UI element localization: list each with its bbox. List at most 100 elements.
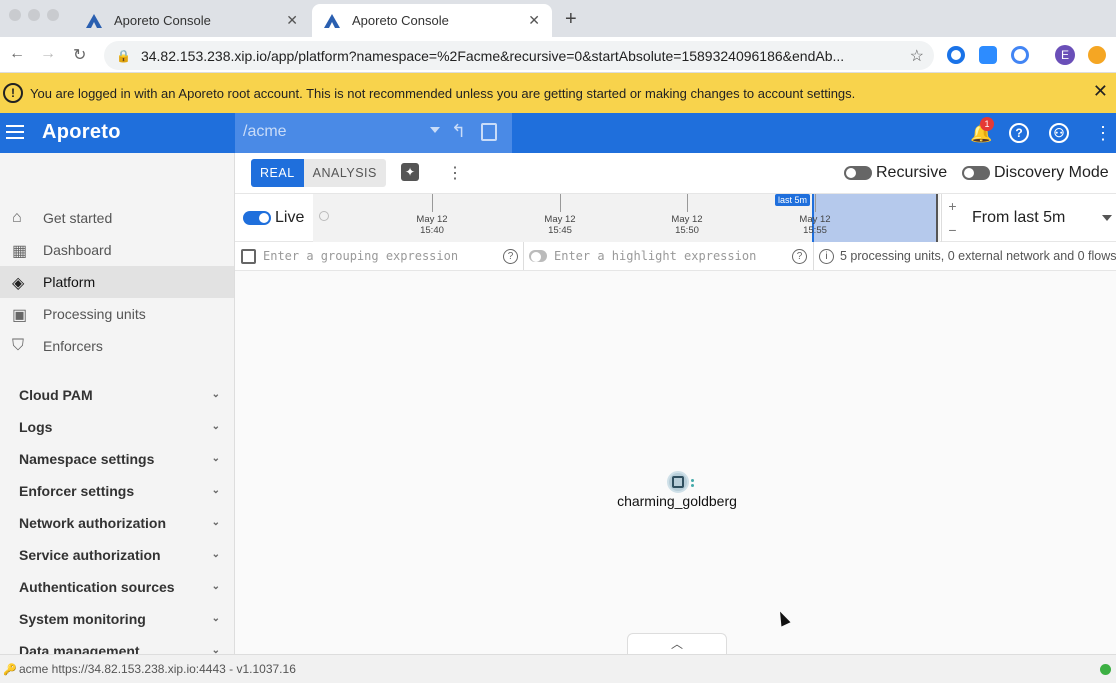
real-mode-button[interactable]: REAL	[251, 159, 304, 187]
reload-icon[interactable]: ↻	[73, 45, 86, 65]
more-vert-icon[interactable]: ⋮	[447, 163, 463, 183]
sidebar: ⌂ Get started ▦ Dashboard ◈ Platform ▣ P…	[0, 153, 235, 654]
chevron-down-icon: ⌄	[211, 645, 220, 654]
profile-avatar[interactable]: E	[1055, 45, 1075, 65]
platform-toolbar: REAL ANALYSIS ✦ ⋮ Recursive Discovery Mo…	[235, 153, 1116, 194]
sidebar-group-network-authorization[interactable]: Network authorization ⌄	[0, 507, 234, 539]
sidebar-item-get-started[interactable]: ⌂ Get started	[0, 202, 234, 234]
view-mode-toggle: REAL ANALYSIS	[251, 159, 386, 187]
node-status-dots	[691, 479, 695, 489]
highlight-expression-input[interactable]: Enter a highlight expression	[554, 242, 784, 270]
tab-title: Aporeto Console	[114, 13, 211, 28]
key-icon: 🔑	[3, 664, 17, 676]
sidebar-group-data-management[interactable]: Data management ⌄	[0, 635, 234, 654]
range-tag: last 5m	[775, 194, 811, 206]
warning-icon: !	[3, 83, 23, 103]
time-range-select[interactable]: From last 5m	[963, 194, 1116, 242]
aporeto-logo-icon	[86, 13, 102, 28]
sidebar-group-logs[interactable]: Logs ⌄	[0, 411, 234, 443]
shield-icon: ⛉	[12, 337, 25, 354]
time-range-value: From last 5m	[972, 209, 1066, 226]
forward-arrow-icon[interactable]: →	[40, 45, 56, 63]
bookmark-star-icon[interactable]: ☆	[910, 46, 924, 66]
sidebar-group-cloud-pam[interactable]: Cloud PAM ⌄	[0, 379, 234, 411]
close-tab-icon[interactable]: ✕	[286, 12, 298, 29]
brand-logo[interactable]: Aporeto	[42, 121, 121, 144]
sidebar-group-label: Cloud PAM	[19, 387, 93, 403]
timeline-track[interactable]: May 12 15:40 May 12 15:45 May 12 15:50 May …	[313, 194, 940, 242]
sidebar-group-service-authorization[interactable]: Service authorization ⌄	[0, 539, 234, 571]
live-toggle[interactable]	[243, 211, 271, 225]
new-tab-button[interactable]: +	[565, 8, 577, 31]
sidebar-item-processing-units[interactable]: ▣ Processing units	[0, 298, 234, 330]
node-label: charming_goldberg	[617, 493, 737, 509]
zoom-out-button[interactable]: −	[942, 218, 963, 242]
grouping-expression-input[interactable]: Enter a grouping expression	[263, 242, 499, 270]
browser-toolbar: ← → ↻ 🔒 34.82.153.238.xip.io/app/platfor…	[0, 37, 1116, 73]
more-vert-icon[interactable]: ⋮	[1094, 123, 1112, 144]
discovery-mode-toggle[interactable]	[962, 166, 990, 180]
zoom-in-button[interactable]: +	[942, 194, 963, 218]
sidebar-group-system-monitoring[interactable]: System monitoring ⌄	[0, 603, 234, 635]
extension-icon[interactable]	[947, 46, 965, 64]
chip-icon: ▣	[12, 307, 28, 324]
sidebar-group-namespace-settings[interactable]: Namespace settings ⌄	[0, 443, 234, 475]
platform-graph-canvas[interactable]: charming_goldberg ︿	[235, 271, 1116, 654]
menu-icon[interactable]	[6, 125, 24, 139]
drawer-toggle-button[interactable]: ︿	[627, 633, 727, 654]
sidebar-group-enforcer-settings[interactable]: Enforcer settings ⌄	[0, 475, 234, 507]
sidebar-item-label: Dashboard	[43, 242, 112, 258]
live-label: Live	[275, 209, 305, 226]
chevron-down-icon: ⌄	[211, 613, 220, 624]
account-icon[interactable]: ⚇	[1049, 123, 1069, 143]
sidebar-item-enforcers[interactable]: ⛉ Enforcers	[0, 330, 234, 362]
timeline-tick-label: May 12 15:40	[416, 214, 448, 236]
recursive-toggle[interactable]	[844, 166, 872, 180]
timeline-tick-label: May 12 15:45	[544, 214, 576, 236]
status-text: acme https://34.82.153.238.xip.io:4443 -…	[19, 662, 296, 676]
undo-arrow-icon[interactable]: ↰	[451, 121, 466, 142]
sidebar-item-label: Platform	[43, 274, 96, 290]
browser-tab-active[interactable]: Aporeto Console ✕	[312, 4, 552, 37]
help-icon[interactable]: ?	[792, 249, 807, 264]
browser-tab[interactable]: Aporeto Console ✕	[74, 4, 310, 37]
graph-summary: i 5 processing units, 0 external network…	[819, 242, 1116, 270]
window-close-dot[interactable]	[9, 9, 21, 21]
status-bar: 🔑 acme https://34.82.153.238.xip.io:4443…	[0, 654, 1116, 683]
expression-bar: Enter a grouping expression ? Enter a hi…	[235, 242, 1116, 271]
banner-text: You are logged in with an Aporeto root a…	[30, 85, 856, 101]
sidebar-group-label: Network authorization	[19, 515, 167, 531]
processing-unit-node[interactable]	[667, 471, 689, 493]
close-tab-icon[interactable]: ✕	[528, 12, 540, 29]
sparkle-icon[interactable]: ✦	[401, 163, 419, 181]
extension-icon[interactable]	[1088, 46, 1106, 64]
zoom-extension-icon[interactable]	[979, 46, 997, 64]
chevron-down-icon: ⌄	[211, 485, 220, 496]
copy-icon[interactable]	[481, 123, 497, 141]
url-text: 34.82.153.238.xip.io/app/platform?namesp…	[140, 47, 845, 64]
highlight-toggle[interactable]	[529, 250, 547, 262]
namespace-selector[interactable]: /acme ↰	[235, 113, 512, 153]
help-icon[interactable]: ?	[1009, 123, 1029, 143]
sidebar-group-label: Service authorization	[19, 547, 161, 563]
timeline-tick	[560, 194, 561, 212]
lock-icon: 🔒	[116, 48, 131, 63]
sidebar-item-dashboard[interactable]: ▦ Dashboard	[0, 234, 234, 266]
layers-icon: ◈	[12, 275, 25, 292]
window-zoom-dot[interactable]	[47, 9, 59, 21]
aporeto-logo-icon	[324, 13, 340, 28]
chevron-down-icon[interactable]	[430, 127, 440, 133]
chevron-down-icon: ⌄	[211, 453, 220, 464]
mouse-cursor	[775, 609, 791, 627]
url-bar[interactable]: 🔒 34.82.153.238.xip.io/app/platform?name…	[104, 41, 934, 70]
close-icon[interactable]: ✕	[1093, 81, 1108, 102]
sidebar-item-platform[interactable]: ◈ Platform	[0, 266, 234, 298]
window-minimize-dot[interactable]	[28, 9, 40, 21]
extension-icon[interactable]	[1011, 46, 1029, 64]
back-arrow-icon[interactable]: ←	[9, 45, 25, 63]
sidebar-group-authentication-sources[interactable]: Authentication sources ⌄	[0, 571, 234, 603]
timeline-tick-label: May 12 15:50	[671, 214, 703, 236]
analysis-mode-button[interactable]: ANALYSIS	[303, 159, 386, 187]
sidebar-group-label: Enforcer settings	[19, 483, 135, 499]
help-icon[interactable]: ?	[503, 249, 518, 264]
